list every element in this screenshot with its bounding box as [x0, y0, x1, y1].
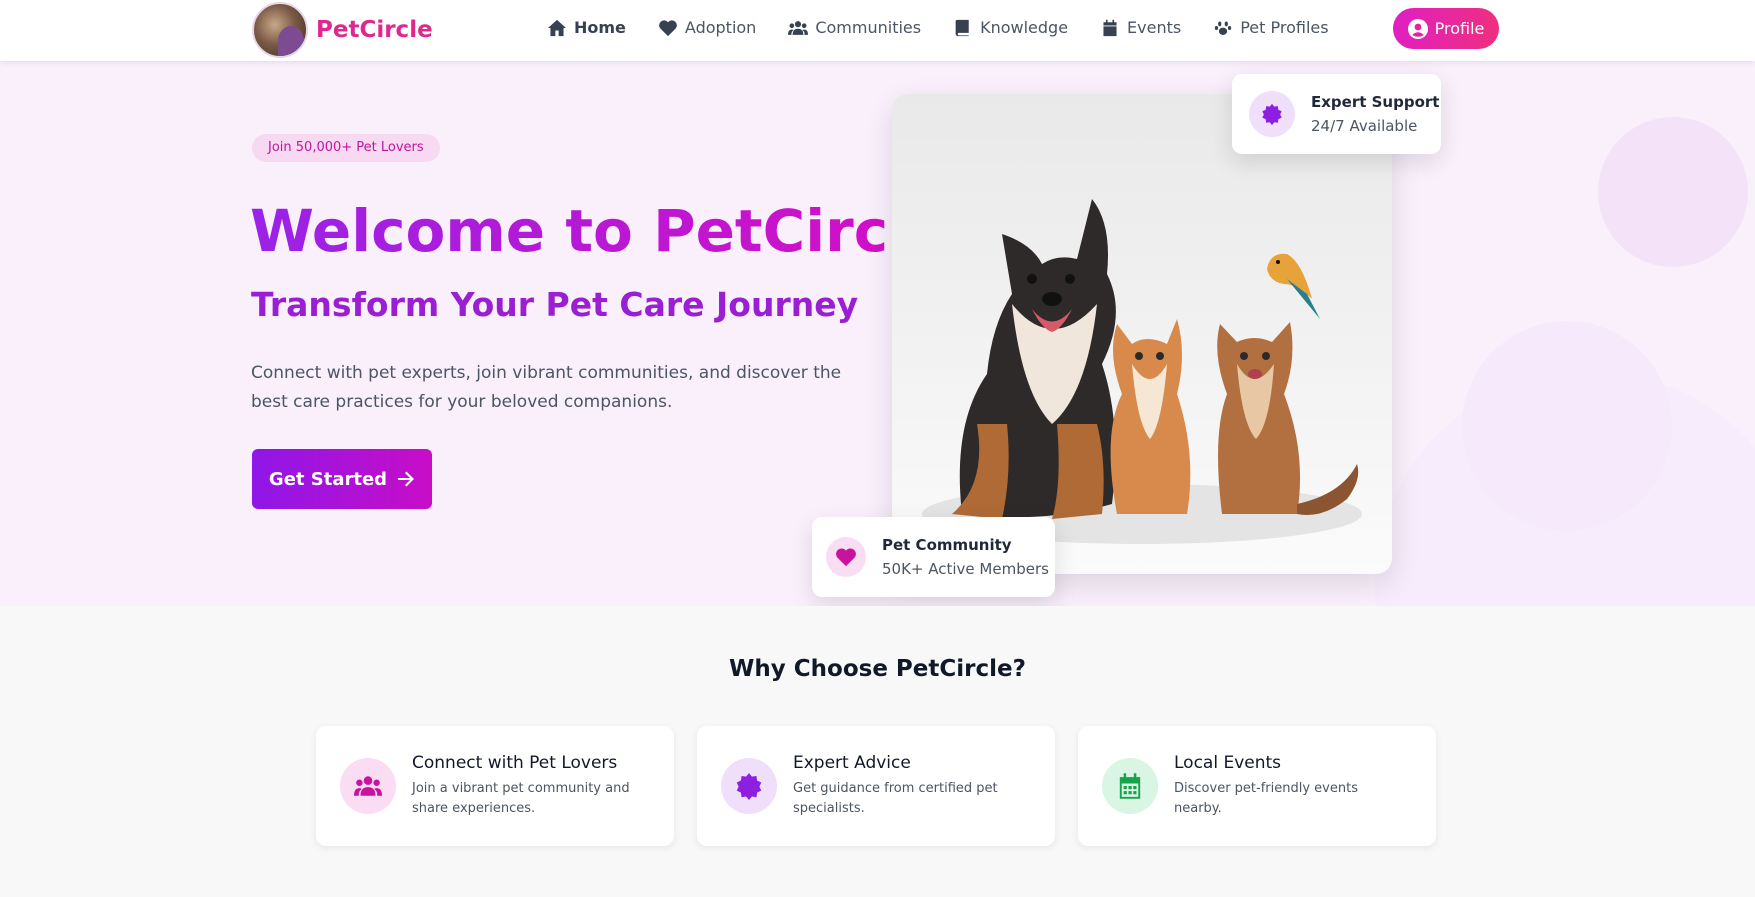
- brand[interactable]: PetCircle: [252, 2, 433, 58]
- hero-title: Welcome to PetCircle: [250, 197, 948, 265]
- feature-title: Local Events: [1174, 753, 1282, 773]
- user-circle-icon: [1407, 18, 1428, 39]
- feature-description: Get guidance from certified pet speciali…: [793, 781, 998, 816]
- decorative-circle: [1598, 117, 1748, 267]
- nav-item-label: Home: [574, 18, 626, 37]
- hero-description: Connect with pet experts, join vibrant c…: [251, 363, 842, 412]
- feature-card-local-events: Local Events Discover pet-friendly event…: [1078, 726, 1436, 846]
- feature-card-expert-advice: Expert Advice Get guidance from certifie…: [697, 726, 1055, 846]
- expert-support-card: Expert Support 24/7 Available: [1232, 74, 1441, 154]
- profile-button[interactable]: Profile: [1393, 8, 1499, 49]
- nav-item-label: Pet Profiles: [1240, 18, 1329, 37]
- calendar-icon-wrapper: [1102, 758, 1158, 814]
- top-navbar: PetCircle Home Adoption Communities Know…: [0, 0, 1755, 61]
- feature-title: Connect with Pet Lovers: [412, 753, 618, 773]
- feature-description: Join a vibrant pet community and share e…: [412, 781, 630, 816]
- nav-item-label: Events: [1127, 18, 1182, 37]
- feature-card-connect: Connect with Pet Lovers Join a vibrant p…: [316, 726, 674, 846]
- pet-community-title: Pet Community: [882, 536, 1012, 554]
- feature-text: Local Events Discover pet-friendly event…: [1174, 753, 1404, 819]
- heart-icon: [659, 19, 677, 36]
- pet-community-card: Pet Community 50K+ Active Members: [812, 517, 1055, 597]
- why-section-title: Why Choose PetCircle?: [729, 656, 1026, 682]
- feature-text: Connect with Pet Lovers Join a vibrant p…: [412, 753, 642, 819]
- brand-name: PetCircle: [316, 17, 433, 43]
- nav-item-label: Communities: [815, 18, 922, 37]
- get-started-button[interactable]: Get Started: [252, 449, 432, 509]
- nav-item-home[interactable]: Home: [547, 18, 626, 37]
- certificate-icon-wrapper: [1249, 91, 1295, 137]
- pet-community-text: Pet Community 50K+ Active Members: [882, 536, 1049, 578]
- profile-button-label: Profile: [1434, 19, 1485, 38]
- nav-item-label: Knowledge: [980, 18, 1069, 37]
- heart-icon: [836, 548, 856, 567]
- certificate-icon: [1262, 103, 1282, 125]
- feature-title: Expert Advice: [793, 753, 911, 773]
- decorative-circle: [1462, 321, 1672, 531]
- pets-illustration: [922, 199, 1362, 544]
- feature-text: Expert Advice Get guidance from certifie…: [793, 753, 1023, 819]
- users-icon-wrapper: [340, 758, 396, 814]
- certificate-icon: [736, 773, 762, 800]
- book-icon: [955, 19, 969, 36]
- calendar-icon: [1103, 19, 1117, 36]
- feature-description: Discover pet-friendly events nearby.: [1174, 781, 1358, 816]
- get-started-label: Get Started: [268, 468, 388, 490]
- expert-support-title: Expert Support: [1311, 93, 1440, 111]
- nav-item-knowledge[interactable]: Knowledge: [953, 18, 1068, 37]
- hero-pets-image: [892, 94, 1392, 574]
- users-icon: [354, 776, 382, 796]
- expert-support-subtitle: 24/7 Available: [1311, 117, 1418, 135]
- calendar-icon: [1119, 773, 1141, 799]
- paw-icon: [1215, 20, 1232, 35]
- brand-logo: [252, 2, 308, 58]
- members-badge: Join 50,000+ Pet Lovers: [252, 134, 440, 162]
- arrow-right-icon: [398, 471, 415, 487]
- home-icon: [548, 19, 566, 36]
- expert-support-text: Expert Support 24/7 Available: [1311, 93, 1439, 135]
- nav-item-communities[interactable]: Communities: [788, 18, 921, 37]
- hero-section: Join 50,000+ Pet Lovers Welcome to PetCi…: [0, 61, 1755, 606]
- users-icon: [788, 20, 809, 35]
- heart-icon-wrapper: [826, 537, 866, 577]
- nav-item-label: Adoption: [684, 18, 757, 37]
- nav-item-pet-profiles[interactable]: Pet Profiles: [1213, 18, 1329, 37]
- nav-item-adoption[interactable]: Adoption: [658, 18, 756, 37]
- hero-subtitle: Transform Your Pet Care Journey: [251, 285, 859, 324]
- nav-links: Home Adoption Communities Knowledge Even…: [547, 18, 1361, 37]
- pet-community-subtitle: 50K+ Active Members: [882, 560, 1049, 578]
- nav-item-events[interactable]: Events: [1100, 18, 1181, 37]
- certificate-icon-wrapper: [721, 758, 777, 814]
